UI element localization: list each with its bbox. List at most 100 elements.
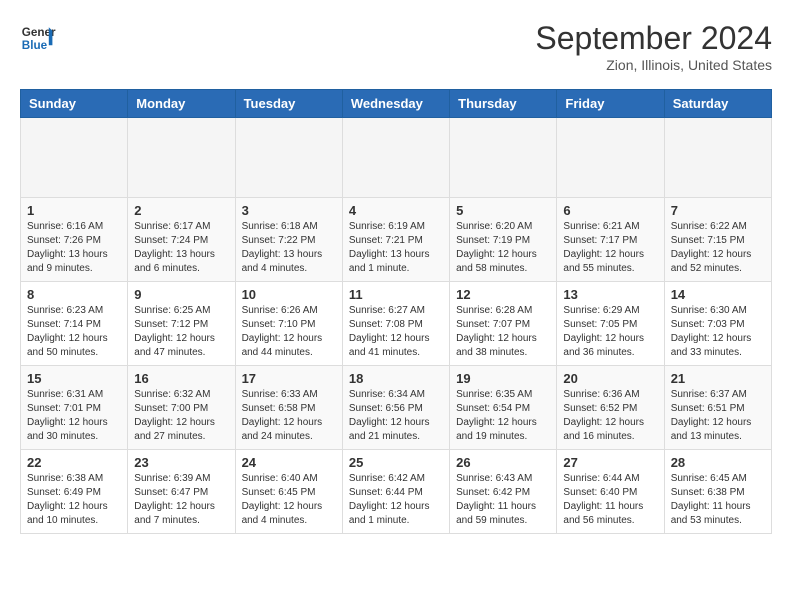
day-number: 3 [242, 203, 336, 218]
day-number: 16 [134, 371, 228, 386]
day-number: 25 [349, 455, 443, 470]
month-title: September 2024 [535, 20, 772, 57]
week-row-0 [21, 118, 772, 198]
calendar-cell: 2 Sunrise: 6:17 AMSunset: 7:24 PMDaylight… [128, 198, 235, 282]
logo-icon: General Blue [20, 20, 56, 56]
calendar-cell [235, 118, 342, 198]
day-number: 21 [671, 371, 765, 386]
calendar-header-row: Sunday Monday Tuesday Wednesday Thursday… [21, 90, 772, 118]
day-info: Sunrise: 6:30 AMSunset: 7:03 PMDaylight:… [671, 304, 765, 360]
day-info: Sunrise: 6:42 AMSunset: 6:44 PMDaylight:… [349, 472, 443, 528]
week-row-2: 8 Sunrise: 6:23 AMSunset: 7:14 PMDaylight… [21, 282, 772, 366]
day-info: Sunrise: 6:34 AMSunset: 6:56 PMDaylight:… [349, 388, 443, 444]
day-info: Sunrise: 6:20 AMSunset: 7:19 PMDaylight:… [456, 220, 550, 276]
calendar-cell: 22 Sunrise: 6:38 AMSunset: 6:49 PMDayligh… [21, 450, 128, 534]
day-info: Sunrise: 6:19 AMSunset: 7:21 PMDaylight:… [349, 220, 443, 276]
day-info: Sunrise: 6:27 AMSunset: 7:08 PMDaylight:… [349, 304, 443, 360]
day-number: 5 [456, 203, 550, 218]
title-block: September 2024 Zion, Illinois, United St… [535, 20, 772, 73]
day-number: 9 [134, 287, 228, 302]
day-info: Sunrise: 6:25 AMSunset: 7:12 PMDaylight:… [134, 304, 228, 360]
calendar-cell: 9 Sunrise: 6:25 AMSunset: 7:12 PMDaylight… [128, 282, 235, 366]
calendar-cell: 28 Sunrise: 6:45 AMSunset: 6:38 PMDayligh… [664, 450, 771, 534]
day-number: 26 [456, 455, 550, 470]
day-number: 7 [671, 203, 765, 218]
calendar-cell: 7 Sunrise: 6:22 AMSunset: 7:15 PMDaylight… [664, 198, 771, 282]
day-info: Sunrise: 6:28 AMSunset: 7:07 PMDaylight:… [456, 304, 550, 360]
day-number: 19 [456, 371, 550, 386]
col-thursday: Thursday [450, 90, 557, 118]
day-info: Sunrise: 6:31 AMSunset: 7:01 PMDaylight:… [27, 388, 121, 444]
calendar-cell: 23Sunrise: 6:39 AMSunset: 6:47 PMDayligh… [128, 450, 235, 534]
calendar-cell [21, 118, 128, 198]
calendar-cell: 24 Sunrise: 6:40 AMSunset: 6:45 PMDayligh… [235, 450, 342, 534]
day-number: 28 [671, 455, 765, 470]
week-row-1: 1 Sunrise: 6:16 AMSunset: 7:26 PMDaylight… [21, 198, 772, 282]
day-info: Sunrise: 6:38 AMSunset: 6:49 PMDaylight:… [27, 472, 121, 528]
day-info: Sunrise: 6:22 AMSunset: 7:15 PMDaylight:… [671, 220, 765, 276]
col-sunday: Sunday [21, 90, 128, 118]
day-info: Sunrise: 6:43 AMSunset: 6:42 PMDaylight:… [456, 472, 550, 528]
calendar-cell: 21 Sunrise: 6:37 AMSunset: 6:51 PMDayligh… [664, 366, 771, 450]
calendar-cell: 25 Sunrise: 6:42 AMSunset: 6:44 PMDayligh… [342, 450, 449, 534]
day-number: 2 [134, 203, 228, 218]
location: Zion, Illinois, United States [535, 57, 772, 73]
day-number: 17 [242, 371, 336, 386]
calendar-cell: 14Sunrise: 6:30 AMSunset: 7:03 PMDayligh… [664, 282, 771, 366]
day-info: Sunrise: 6:23 AMSunset: 7:14 PMDaylight:… [27, 304, 121, 360]
calendar-cell: 8 Sunrise: 6:23 AMSunset: 7:14 PMDaylight… [21, 282, 128, 366]
calendar-cell: 4 Sunrise: 6:19 AMSunset: 7:21 PMDaylight… [342, 198, 449, 282]
day-info: Sunrise: 6:36 AMSunset: 6:52 PMDaylight:… [563, 388, 657, 444]
col-saturday: Saturday [664, 90, 771, 118]
calendar-cell: 18 Sunrise: 6:34 AMSunset: 6:56 PMDayligh… [342, 366, 449, 450]
day-number: 1 [27, 203, 121, 218]
day-number: 8 [27, 287, 121, 302]
day-info: Sunrise: 6:16 AMSunset: 7:26 PMDaylight:… [27, 220, 121, 276]
day-number: 4 [349, 203, 443, 218]
calendar-cell: 15 Sunrise: 6:31 AMSunset: 7:01 PMDayligh… [21, 366, 128, 450]
day-number: 22 [27, 455, 121, 470]
calendar-cell: 3 Sunrise: 6:18 AMSunset: 7:22 PMDaylight… [235, 198, 342, 282]
day-info: Sunrise: 6:44 AMSunset: 6:40 PMDaylight:… [563, 472, 657, 528]
calendar-cell: 13 Sunrise: 6:29 AMSunset: 7:05 PMDayligh… [557, 282, 664, 366]
calendar-cell [450, 118, 557, 198]
calendar-cell: 12Sunrise: 6:28 AMSunset: 7:07 PMDayligh… [450, 282, 557, 366]
day-info: Sunrise: 6:21 AMSunset: 7:17 PMDaylight:… [563, 220, 657, 276]
col-friday: Friday [557, 90, 664, 118]
day-number: 20 [563, 371, 657, 386]
day-info: Sunrise: 6:33 AMSunset: 6:58 PMDaylight:… [242, 388, 336, 444]
day-info: Sunrise: 6:39 AMSunset: 6:47 PMDaylight:… [134, 472, 228, 528]
calendar-cell [342, 118, 449, 198]
day-number: 24 [242, 455, 336, 470]
day-info: Sunrise: 6:40 AMSunset: 6:45 PMDaylight:… [242, 472, 336, 528]
day-info: Sunrise: 6:35 AMSunset: 6:54 PMDaylight:… [456, 388, 550, 444]
page-header: General Blue September 2024 Zion, Illino… [20, 20, 772, 73]
calendar-cell: 1 Sunrise: 6:16 AMSunset: 7:26 PMDaylight… [21, 198, 128, 282]
calendar-cell: 20 Sunrise: 6:36 AMSunset: 6:52 PMDayligh… [557, 366, 664, 450]
day-info: Sunrise: 6:17 AMSunset: 7:24 PMDaylight:… [134, 220, 228, 276]
day-info: Sunrise: 6:45 AMSunset: 6:38 PMDaylight:… [671, 472, 765, 528]
calendar-cell: 10Sunrise: 6:26 AMSunset: 7:10 PMDayligh… [235, 282, 342, 366]
day-number: 6 [563, 203, 657, 218]
calendar-cell: 5 Sunrise: 6:20 AMSunset: 7:19 PMDaylight… [450, 198, 557, 282]
calendar-cell: 19 Sunrise: 6:35 AMSunset: 6:54 PMDayligh… [450, 366, 557, 450]
col-monday: Monday [128, 90, 235, 118]
calendar-cell [557, 118, 664, 198]
svg-text:Blue: Blue [22, 39, 48, 52]
day-info: Sunrise: 6:29 AMSunset: 7:05 PMDaylight:… [563, 304, 657, 360]
calendar-cell: 17 Sunrise: 6:33 AMSunset: 6:58 PMDayligh… [235, 366, 342, 450]
day-number: 15 [27, 371, 121, 386]
day-number: 18 [349, 371, 443, 386]
logo: General Blue [20, 20, 56, 56]
calendar-cell: 6 Sunrise: 6:21 AMSunset: 7:17 PMDaylight… [557, 198, 664, 282]
day-number: 13 [563, 287, 657, 302]
calendar-cell: 26 Sunrise: 6:43 AMSunset: 6:42 PMDayligh… [450, 450, 557, 534]
day-number: 27 [563, 455, 657, 470]
week-row-3: 15 Sunrise: 6:31 AMSunset: 7:01 PMDayligh… [21, 366, 772, 450]
day-number: 10 [242, 287, 336, 302]
week-row-4: 22 Sunrise: 6:38 AMSunset: 6:49 PMDayligh… [21, 450, 772, 534]
calendar-cell [664, 118, 771, 198]
day-info: Sunrise: 6:37 AMSunset: 6:51 PMDaylight:… [671, 388, 765, 444]
day-info: Sunrise: 6:18 AMSunset: 7:22 PMDaylight:… [242, 220, 336, 276]
col-wednesday: Wednesday [342, 90, 449, 118]
